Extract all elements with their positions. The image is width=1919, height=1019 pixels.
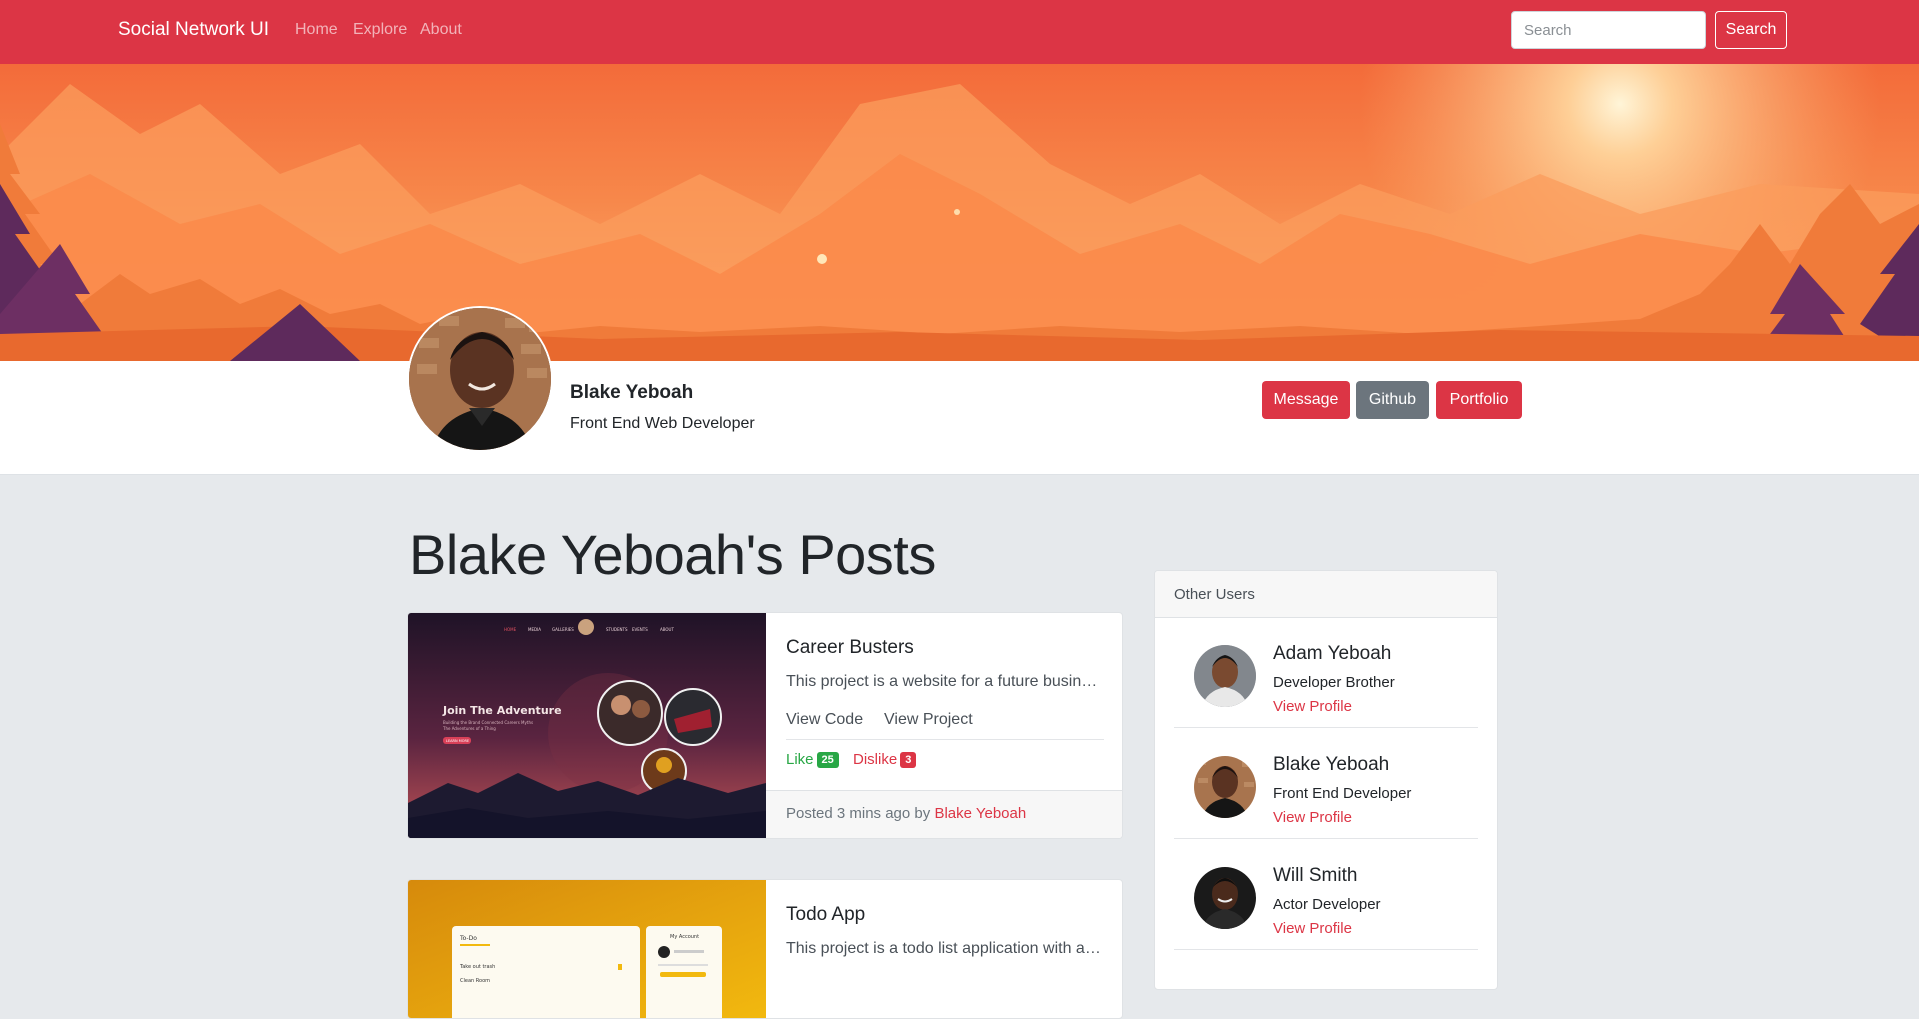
todo-thumb-account: My Account [670,934,699,940]
user-list-item: Blake Yeboah Front End Developer View Pr… [1174,729,1478,839]
brand-logo[interactable]: Social Network UI [118,19,269,41]
view-profile-link[interactable]: View Profile [1273,920,1352,937]
post-description: This project is a todo list application … [786,940,1104,957]
other-users-header: Other Users [1155,571,1497,618]
post-card: To-Do Take out trash Clean Room My Accou… [407,879,1123,1019]
top-navbar: Social Network UI Home Explore About Sea… [0,0,1919,64]
thumb-nav-home: HOME [504,627,517,632]
user-role: Actor Developer [1273,896,1381,913]
dislike-button[interactable]: Dislike 3 [853,751,917,768]
user-avatar [1194,756,1256,818]
profile-title: Front End Web Developer [570,415,755,432]
todo-thumb-title: To-Do [459,935,477,942]
cover-banner-image [0,64,1919,361]
like-label: Like [786,751,814,768]
user-avatar [1194,645,1256,707]
post-author-link[interactable]: Blake Yeboah [934,805,1026,822]
thumb-nav-galleries: GALLERIES [552,627,574,632]
nav-link-explore[interactable]: Explore [353,21,407,39]
view-code-link[interactable]: View Code [786,711,863,729]
dislike-label: Dislike [853,751,898,768]
thumb-nav-media: MEDIA [528,627,541,632]
thumb-subline-2: The Adventures of a Thing [442,726,496,731]
view-project-link[interactable]: View Project [884,711,973,729]
user-name: Will Smith [1273,865,1358,886]
github-button[interactable]: Github [1356,381,1429,419]
post-title[interactable]: Todo App [786,904,865,926]
post-title[interactable]: Career Busters [786,637,914,659]
user-list-item: Will Smith Actor Developer View Profile [1174,840,1478,950]
user-role: Front End Developer [1273,785,1412,802]
todo-thumb-item-1: Take out trash [459,964,495,970]
thumb-subline-1: Building the Brand Connected Careers Myt… [443,720,533,725]
todo-thumb-item-2: Clean Room [460,978,490,984]
nav-link-home[interactable]: Home [295,21,338,39]
view-profile-link[interactable]: View Profile [1273,698,1352,715]
user-list-item: Adam Yeboah Developer Brother View Profi… [1174,618,1478,728]
user-name: Blake Yeboah [1273,754,1390,775]
user-avatar [1194,867,1256,929]
profile-name: Blake Yeboah [570,382,694,403]
thumb-nav-events: EVENTS [632,627,648,632]
post-thumbnail[interactable]: HOME MEDIA GALLERIES STUDENTS EVENTS ABO… [408,613,766,838]
thumb-headline: Join The Adventure [442,704,562,717]
nav-link-about[interactable]: About [420,21,462,39]
user-name: Adam Yeboah [1273,643,1392,664]
search-button[interactable]: Search [1715,11,1787,49]
thumb-nav-students: STUDENTS [606,627,628,632]
post-thumbnail[interactable]: To-Do Take out trash Clean Room My Accou… [408,880,766,1018]
thumb-nav-about: ABOUT [660,627,674,632]
thumb-button: LEARN MORE [446,739,469,743]
post-meta: Posted 3 mins ago by Blake Yeboah [786,805,1026,822]
message-button[interactable]: Message [1262,381,1350,419]
post-description: This project is a website for a future b… [786,673,1104,690]
profile-header [0,361,1919,475]
other-users-card: Other Users Adam Yeboah Developer Brothe… [1154,570,1498,990]
profile-avatar [407,306,553,452]
like-count-badge: 25 [816,752,839,768]
search-input[interactable] [1511,11,1706,49]
portfolio-button[interactable]: Portfolio [1436,381,1522,419]
view-profile-link[interactable]: View Profile [1273,809,1352,826]
divider [786,739,1104,740]
posts-heading: Blake Yeboah's Posts [409,523,936,586]
user-role: Developer Brother [1273,674,1395,691]
post-card: HOME MEDIA GALLERIES STUDENTS EVENTS ABO… [407,612,1123,839]
posted-time: Posted 3 mins ago by [786,805,931,822]
dislike-count-badge: 3 [900,752,917,768]
post-footer: Posted 3 mins ago by Blake Yeboah [766,790,1122,838]
like-button[interactable]: Like 25 [786,751,839,768]
